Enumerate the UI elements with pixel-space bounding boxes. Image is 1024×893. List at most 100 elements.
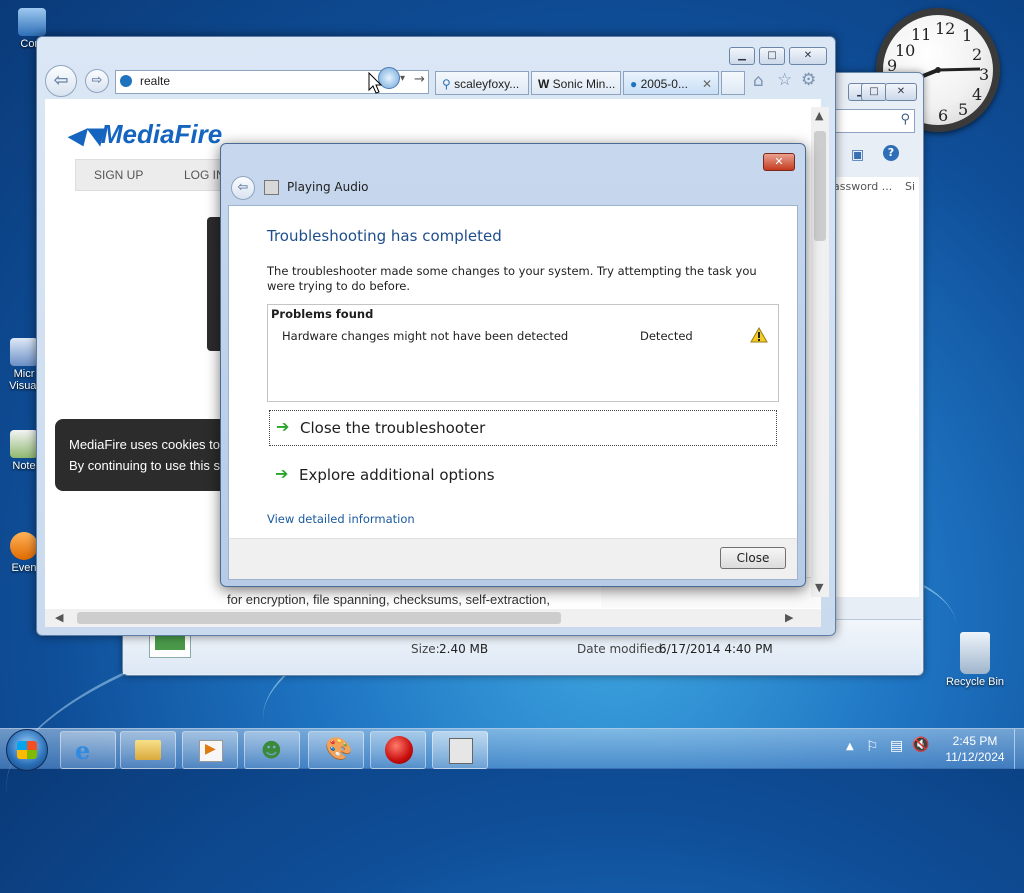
problem-text: Hardware changes might not have been det… — [282, 329, 569, 343]
clock-date: 11/12/2024 — [945, 750, 1005, 764]
taskbar: e ▶ ☻ 🎨 ▲ ⚐ ▤ 🔇 2:45 PM 11/12/2024 — [0, 728, 1024, 771]
help-icon[interactable]: ? — [883, 145, 899, 161]
maximize-button[interactable]: □ — [759, 47, 785, 65]
start-button[interactable] — [6, 729, 48, 771]
dialog-body: Troubleshooting has completed The troubl… — [228, 205, 798, 540]
wikipedia-icon: W — [538, 77, 553, 91]
tools-gear-icon[interactable]: ⚙ — [801, 70, 816, 90]
maximize-button[interactable]: □ — [861, 83, 887, 101]
page-body-text: for encryption, file spanning, checksums… — [227, 592, 550, 607]
size-value: 2.40 MB — [439, 642, 489, 656]
explore-options-option[interactable]: ➔ Explore additional options — [269, 458, 775, 492]
close-troubleshooter-option[interactable]: ➔ Close the troubleshooter — [269, 410, 777, 446]
troubleshooter-dialog[interactable]: ✕ ⇦ Playing Audio Troubleshooting has co… — [220, 143, 806, 587]
clock-time: 2:45 PM — [952, 734, 998, 748]
size-label: Size: — [411, 642, 440, 656]
recycle-bin-icon — [960, 632, 990, 674]
show-desktop-button[interactable] — [1014, 729, 1024, 769]
tab-scaleyfoxy[interactable]: ⚲ scaleyfoxy... — [435, 71, 529, 95]
option-label: Close the troubleshooter — [300, 419, 486, 437]
tab-2005[interactable]: ● 2005-0... ✕ — [623, 71, 719, 95]
search-icon: ⚲ — [442, 77, 455, 91]
dialog-title: Playing Audio — [287, 180, 369, 194]
tab-label: scaleyfoxy... — [454, 77, 520, 91]
column-header-label: Si — [905, 180, 916, 193]
favorites-star-icon[interactable]: ☆ — [777, 70, 792, 90]
preview-pane-icon[interactable]: ▣ — [851, 147, 864, 163]
system-clock[interactable]: 2:45 PM 11/12/2024 — [940, 733, 1010, 765]
log-in-link[interactable]: LOG IN — [184, 168, 225, 182]
page-nav: SIGN UP LOG IN — [75, 159, 237, 191]
scroll-up-icon[interactable]: ▲ — [815, 109, 823, 122]
mouse-cursor-icon — [368, 72, 382, 94]
back-button[interactable]: ⇦ — [45, 65, 77, 97]
problems-box: Problems found Hardware changes might no… — [267, 304, 779, 402]
taskbar-record[interactable] — [370, 731, 426, 769]
taskbar-media-player[interactable]: ▶ — [182, 731, 238, 769]
scroll-left-icon[interactable]: ◀ — [55, 611, 63, 624]
scroll-down-icon[interactable]: ▼ — [815, 581, 823, 594]
close-dialog-button[interactable]: ✕ — [763, 153, 795, 171]
cookie-text: By continuing to use this s — [69, 458, 221, 473]
date-modified-label: Date modified: — [577, 642, 667, 656]
view-detailed-information-link[interactable]: View detailed information — [267, 512, 415, 526]
search-input[interactable]: ⚲ — [835, 109, 915, 133]
logo-text: MediaFire — [100, 119, 223, 149]
record-icon — [385, 736, 413, 764]
taskbar-ie[interactable]: e — [60, 731, 116, 769]
action-center-flag-icon[interactable]: ⚐ — [866, 739, 879, 755]
column-header[interactable]: assword ... Si — [833, 177, 919, 197]
folder-icon — [135, 740, 161, 760]
media-player-icon: ▶ — [199, 740, 223, 762]
taskbar-troubleshooter[interactable] — [432, 731, 488, 769]
problems-header: Problems found — [271, 307, 374, 321]
go-arrow-icon[interactable]: → — [414, 72, 425, 87]
volume-muted-icon[interactable]: 🔇 — [912, 737, 929, 753]
taskbar-network[interactable]: ☻ — [244, 731, 300, 769]
desktop-icon-recycle-bin[interactable]: Recycle Bin — [940, 632, 1010, 688]
dropdown-arrow-icon[interactable]: ▾ — [400, 73, 405, 84]
desktop-icon-label: Note — [12, 460, 36, 472]
desktop-icon-label: Micr Visual — [9, 368, 39, 392]
sign-up-link[interactable]: SIGN UP — [94, 168, 143, 182]
paint-palette-icon: 🎨 — [325, 737, 353, 762]
forward-button[interactable]: ⇨ — [85, 69, 109, 93]
close-window-button[interactable]: ✕ — [789, 47, 827, 65]
warning-icon — [750, 327, 768, 343]
problem-status: Detected — [640, 329, 693, 343]
vertical-scrollbar[interactable]: ▲ ▼ — [811, 107, 829, 597]
taskbar-paint[interactable]: 🎨 — [308, 731, 364, 769]
green-arrow-icon: ➔ — [275, 464, 289, 483]
tab-sonic[interactable]: W Sonic Min... — [531, 71, 621, 95]
tab-label: 2005-0... — [640, 77, 688, 91]
desktop-icon-label: Recycle Bin — [945, 676, 1005, 688]
windows-logo-icon — [17, 741, 37, 759]
close-button[interactable]: Close — [720, 547, 786, 569]
internet-explorer-icon: e — [75, 736, 91, 765]
everything-icon — [10, 532, 38, 560]
tab-label: Sonic Min... — [552, 77, 616, 91]
new-tab-button[interactable] — [721, 71, 745, 95]
date-modified-value: 6/17/2014 4:40 PM — [659, 642, 773, 656]
file-list[interactable] — [833, 197, 919, 597]
green-arrow-icon: ➔ — [276, 417, 290, 436]
network-icon[interactable]: ▤ — [890, 738, 903, 754]
minimize-button[interactable]: ▁ — [729, 47, 755, 65]
problem-row[interactable]: Hardware changes might not have been det… — [268, 325, 778, 347]
home-icon[interactable]: ⌂ — [753, 71, 764, 91]
dialog-back-button[interactable]: ⇦ — [231, 176, 255, 200]
scroll-right-icon[interactable]: ▶ — [785, 611, 793, 624]
show-hidden-icons-icon[interactable]: ▲ — [846, 741, 854, 752]
computer-icon — [18, 8, 46, 36]
mediafire-logo[interactable]: ◀◥MediaFire — [67, 119, 222, 150]
close-window-button[interactable]: ✕ — [885, 83, 917, 101]
cookie-text: MediaFire uses cookies to — [69, 437, 221, 452]
taskbar-explorer[interactable] — [120, 731, 176, 769]
option-label: Explore additional options — [299, 466, 495, 484]
scrollbar-thumb[interactable] — [77, 612, 561, 624]
scrollbar-thumb[interactable] — [814, 131, 826, 241]
close-tab-icon[interactable]: ✕ — [702, 72, 712, 94]
horizontal-scrollbar[interactable]: ◀ ▶ — [45, 609, 821, 627]
column-header-label: assword ... — [833, 180, 893, 193]
notepad-icon — [10, 430, 38, 458]
